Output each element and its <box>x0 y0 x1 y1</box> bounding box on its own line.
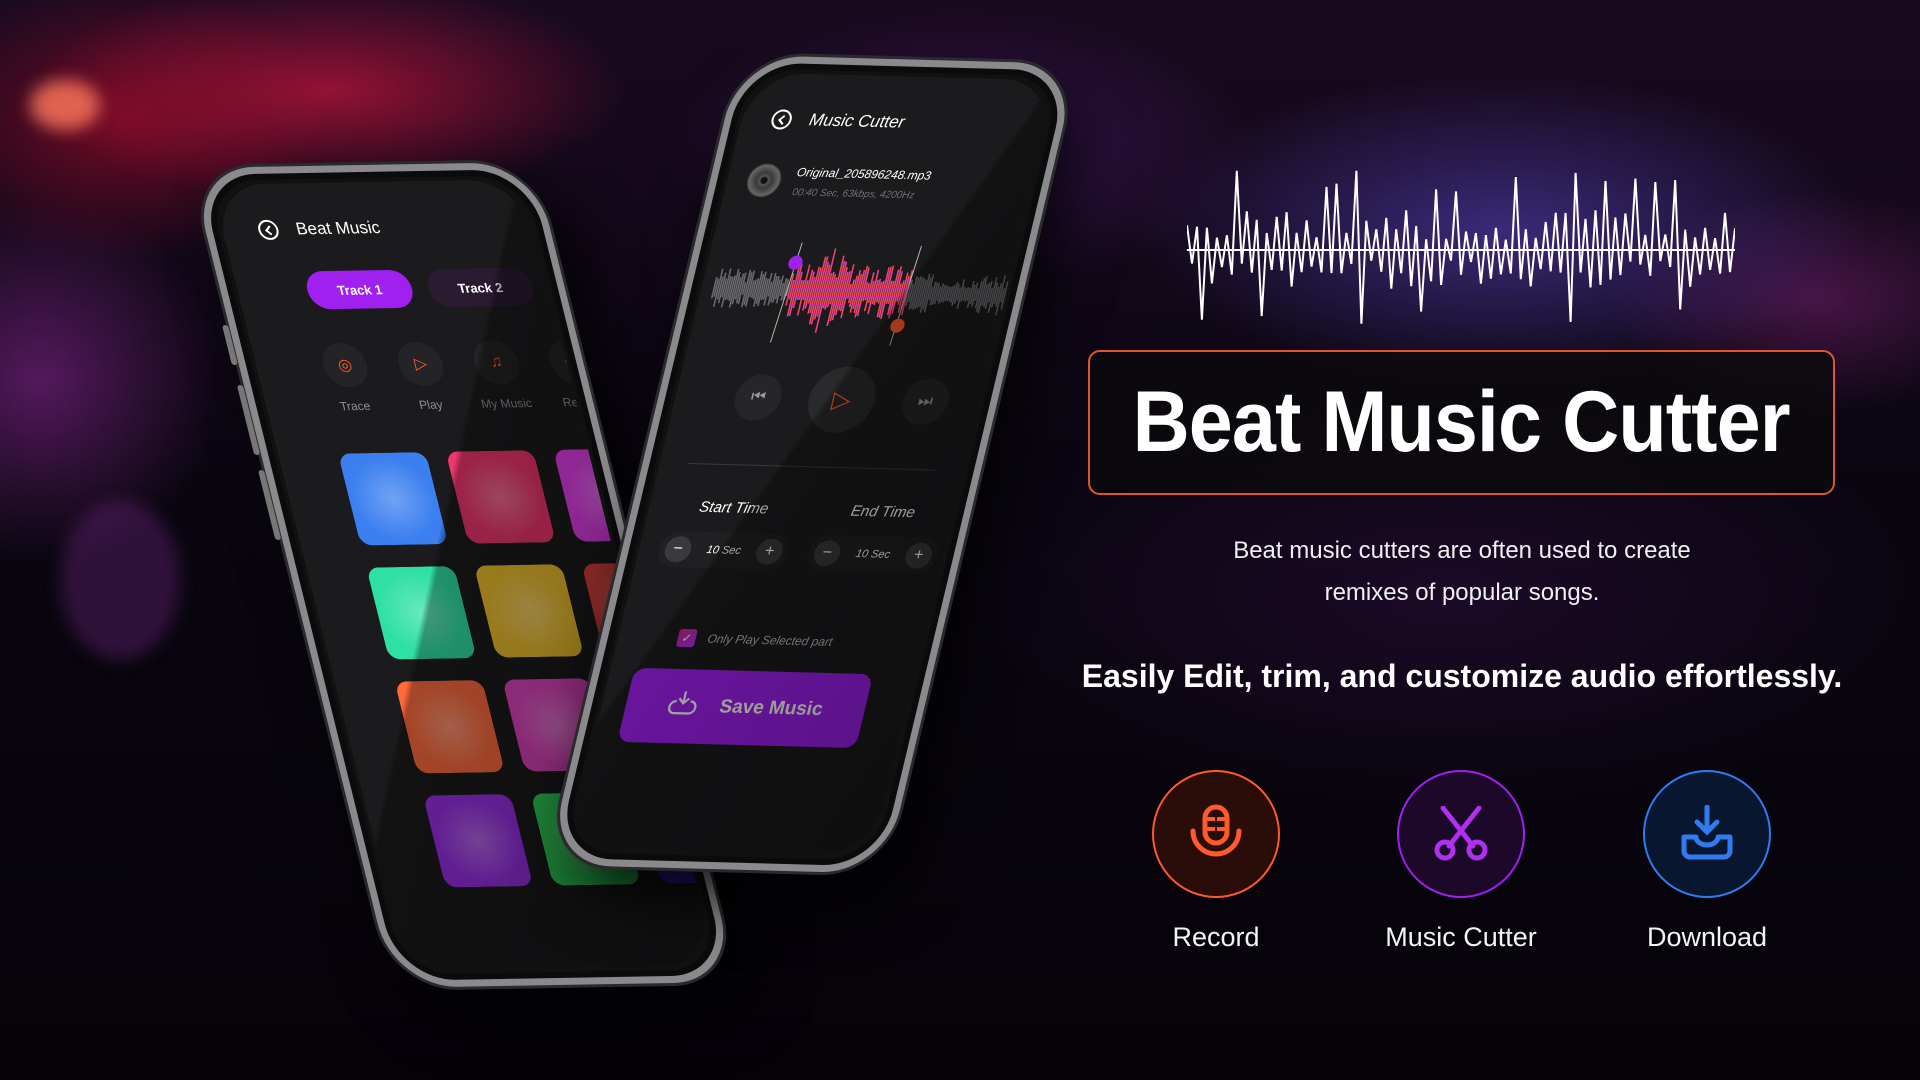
checkbox-checked[interactable]: ✓ <box>675 628 698 648</box>
drum-pad[interactable] <box>473 564 585 658</box>
start-time-label: Start Time <box>697 498 771 518</box>
tab-track-1[interactable]: Track 1 <box>302 269 417 310</box>
page-title: Beat Music Cutter <box>1132 374 1791 470</box>
divider <box>687 463 937 471</box>
music-cutter-title: Music Cutter <box>807 110 907 132</box>
end-time-minus-button[interactable]: − <box>811 539 844 567</box>
tool-label: Play <box>417 397 445 412</box>
drum-pad[interactable] <box>422 794 534 888</box>
feature-label: Music Cutter <box>1385 922 1537 952</box>
download-tray-icon <box>1681 805 1733 860</box>
play-button[interactable]: ▷ <box>801 365 883 434</box>
drum-pad[interactable] <box>366 566 477 660</box>
description: Beat music cutters are often used to cre… <box>1100 530 1824 614</box>
tool-row: ◎ Trace ▷ Play ♫ My Music Record <box>311 338 613 414</box>
end-trim-handle[interactable] <box>889 318 906 333</box>
only-play-selected-option[interactable]: ✓ Only Play Selected part <box>675 628 835 651</box>
description-line: remixes of popular songs. <box>1324 579 1600 606</box>
waveform-bar <box>854 265 869 318</box>
feature-download[interactable]: Download <box>1607 770 1807 953</box>
file-name: Original_205896248.mp3 <box>795 164 933 183</box>
beat-music-title: Beat Music <box>293 217 383 239</box>
drum-pad[interactable] <box>337 452 449 546</box>
feature-download-circle <box>1643 770 1771 898</box>
audio-waveform-editor[interactable] <box>698 233 1022 351</box>
drum-pad[interactable] <box>445 450 556 544</box>
start-time-block: Start Time − 10 Sec + <box>654 498 801 571</box>
music-cutter-header: Music Cutter <box>769 109 907 132</box>
waveform-bar <box>788 263 803 316</box>
feature-label: Record <box>1172 922 1260 952</box>
start-time-plus-button[interactable]: + <box>753 538 786 566</box>
microphone-icon <box>1190 804 1242 857</box>
start-time-value: 10 Sec <box>705 544 743 557</box>
tool-my-music[interactable]: ♫ My Music <box>462 340 537 411</box>
tool-label: Trace <box>338 398 372 414</box>
title-box: Beat Music Cutter <box>1088 350 1835 495</box>
waveform-bar <box>878 266 893 318</box>
tool-play[interactable]: ▷ Play <box>386 341 461 412</box>
save-music-label: Save Music <box>717 696 826 721</box>
file-info: Original_205896248.mp3 00:40 Sec, 63kbps… <box>743 162 933 202</box>
disc-icon <box>743 162 786 198</box>
back-icon[interactable] <box>769 109 794 130</box>
file-meta: 00:40 Sec, 63kbps, 4200Hz <box>790 186 916 201</box>
playlist-icon: ♫ <box>468 340 524 385</box>
end-time-block: End Time − 10 Sec + <box>803 502 950 575</box>
end-time-plus-button[interactable]: + <box>902 542 935 569</box>
next-button[interactable]: ⏭ <box>896 378 954 426</box>
end-time-stepper: − 10 Sec + <box>803 534 942 575</box>
bokeh-light <box>30 80 100 130</box>
save-music-button[interactable]: Save Music <box>617 667 874 749</box>
sound-wave-line <box>1187 170 1735 324</box>
feature-music-cutter[interactable]: Music Cutter <box>1361 770 1561 953</box>
tool-trace[interactable]: ◎ Trace <box>311 342 386 414</box>
tool-label: My Music <box>479 396 534 411</box>
previous-button[interactable]: ⏮ <box>729 373 787 422</box>
back-icon[interactable] <box>255 219 281 241</box>
only-play-selected-label: Only Play Selected part <box>706 631 835 649</box>
cloud-download-icon <box>664 689 702 724</box>
sound-wave-graphic <box>1187 170 1735 324</box>
start-time-stepper: − 10 Sec + <box>654 530 793 571</box>
feature-label: Download <box>1646 922 1768 952</box>
vinyl-icon: ◎ <box>317 342 373 388</box>
feature-record[interactable]: Record <box>1116 770 1316 953</box>
end-time-value: 10 Sec <box>854 547 892 561</box>
start-time-minus-button[interactable]: − <box>661 535 695 563</box>
bokeh-light <box>60 500 180 660</box>
drum-pad[interactable] <box>394 680 506 774</box>
track-tabs: Track 1 Track 2 <box>302 267 538 310</box>
play-circle-icon: ▷ <box>393 341 449 387</box>
feature-cutter-circle <box>1397 770 1525 898</box>
feature-record-circle <box>1152 770 1280 898</box>
description-line: Beat music cutters are often used to cre… <box>1233 537 1691 564</box>
beat-music-header: Beat Music <box>255 217 383 241</box>
scissors-icon <box>1434 806 1488 861</box>
tab-track-2[interactable]: Track 2 <box>423 267 538 308</box>
end-time-label: End Time <box>849 502 917 522</box>
playback-controls: ⏮ ▷ ⏭ <box>728 364 956 436</box>
tagline: Easily Edit, trim, and customize audio e… <box>1081 658 1843 694</box>
